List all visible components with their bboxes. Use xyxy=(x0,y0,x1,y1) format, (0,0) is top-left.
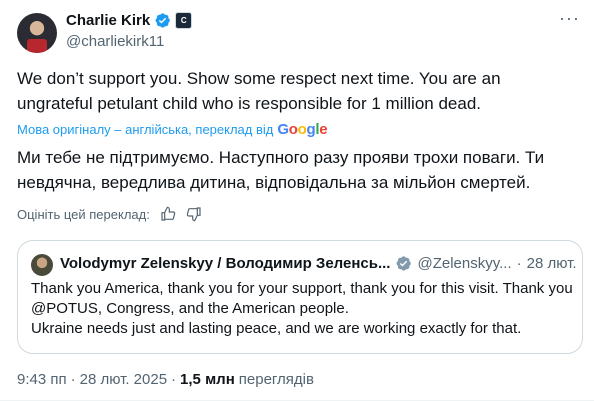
quoted-tweet-text-content: Thank you America, thank you for your su… xyxy=(31,280,573,337)
author-display-name[interactable]: Charlie Kirk xyxy=(66,12,150,29)
tweet-date[interactable]: 28 лют. 2025 xyxy=(80,371,167,388)
thumbs-up-icon[interactable] xyxy=(160,206,176,222)
rate-translation-label: Оцініть цей переклад: xyxy=(17,206,150,222)
thumbs-down-icon[interactable] xyxy=(186,206,202,222)
rate-translation-row: Оцініть цей переклад: xyxy=(17,206,202,222)
tweet-time[interactable]: 9:43 пп xyxy=(17,371,67,388)
meta-separator: · xyxy=(171,371,177,388)
government-badge-icon[interactable] xyxy=(395,255,412,272)
translation-note[interactable]: Мова оригіналу – англійська, переклад ві… xyxy=(17,121,328,138)
tweet-text: We don’t support you. Show some respect … xyxy=(17,69,501,113)
verified-badge-icon[interactable] xyxy=(154,12,171,29)
author-handle[interactable]: @charliekirk11 xyxy=(66,33,164,50)
quoted-author-name[interactable]: Volodymyr Zelenskyy / Володимир Зеленсь.… xyxy=(60,255,390,272)
translation-note-text: Мова оригіналу – англійська, переклад ві… xyxy=(17,122,274,137)
quoted-separator: · xyxy=(516,255,522,272)
quoted-author-handle[interactable]: @Zelenskyy... xyxy=(417,255,511,272)
more-options-icon[interactable]: ··· xyxy=(559,8,580,29)
quoted-tweet-header: Volodymyr Zelenskyy / Володимир Зеленсь.… xyxy=(60,255,577,272)
author-avatar[interactable] xyxy=(17,13,57,53)
quoted-author-avatar[interactable] xyxy=(31,254,53,276)
quoted-date[interactable]: 28 лют. xyxy=(527,255,577,272)
meta-separator: · xyxy=(70,371,76,388)
author-name-row: Charlie Kirk C xyxy=(66,12,193,29)
views-count[interactable]: 1,5 млн xyxy=(180,371,235,388)
views-label: переглядів xyxy=(238,371,314,388)
quoted-tweet[interactable]: Volodymyr Zelenskyy / Володимир Зеленсь.… xyxy=(17,240,583,354)
tweet-meta: 9:43 пп · 28 лют. 2025 · 1,5 млн перегля… xyxy=(17,371,314,388)
translated-text: Ми тебе не підтримуємо. Наступного разу … xyxy=(17,148,545,192)
quoted-tweet-text: Thank you America, thank you for your su… xyxy=(31,279,576,339)
affiliate-badge-icon[interactable]: C xyxy=(175,12,193,29)
google-logo: Google xyxy=(277,121,328,138)
